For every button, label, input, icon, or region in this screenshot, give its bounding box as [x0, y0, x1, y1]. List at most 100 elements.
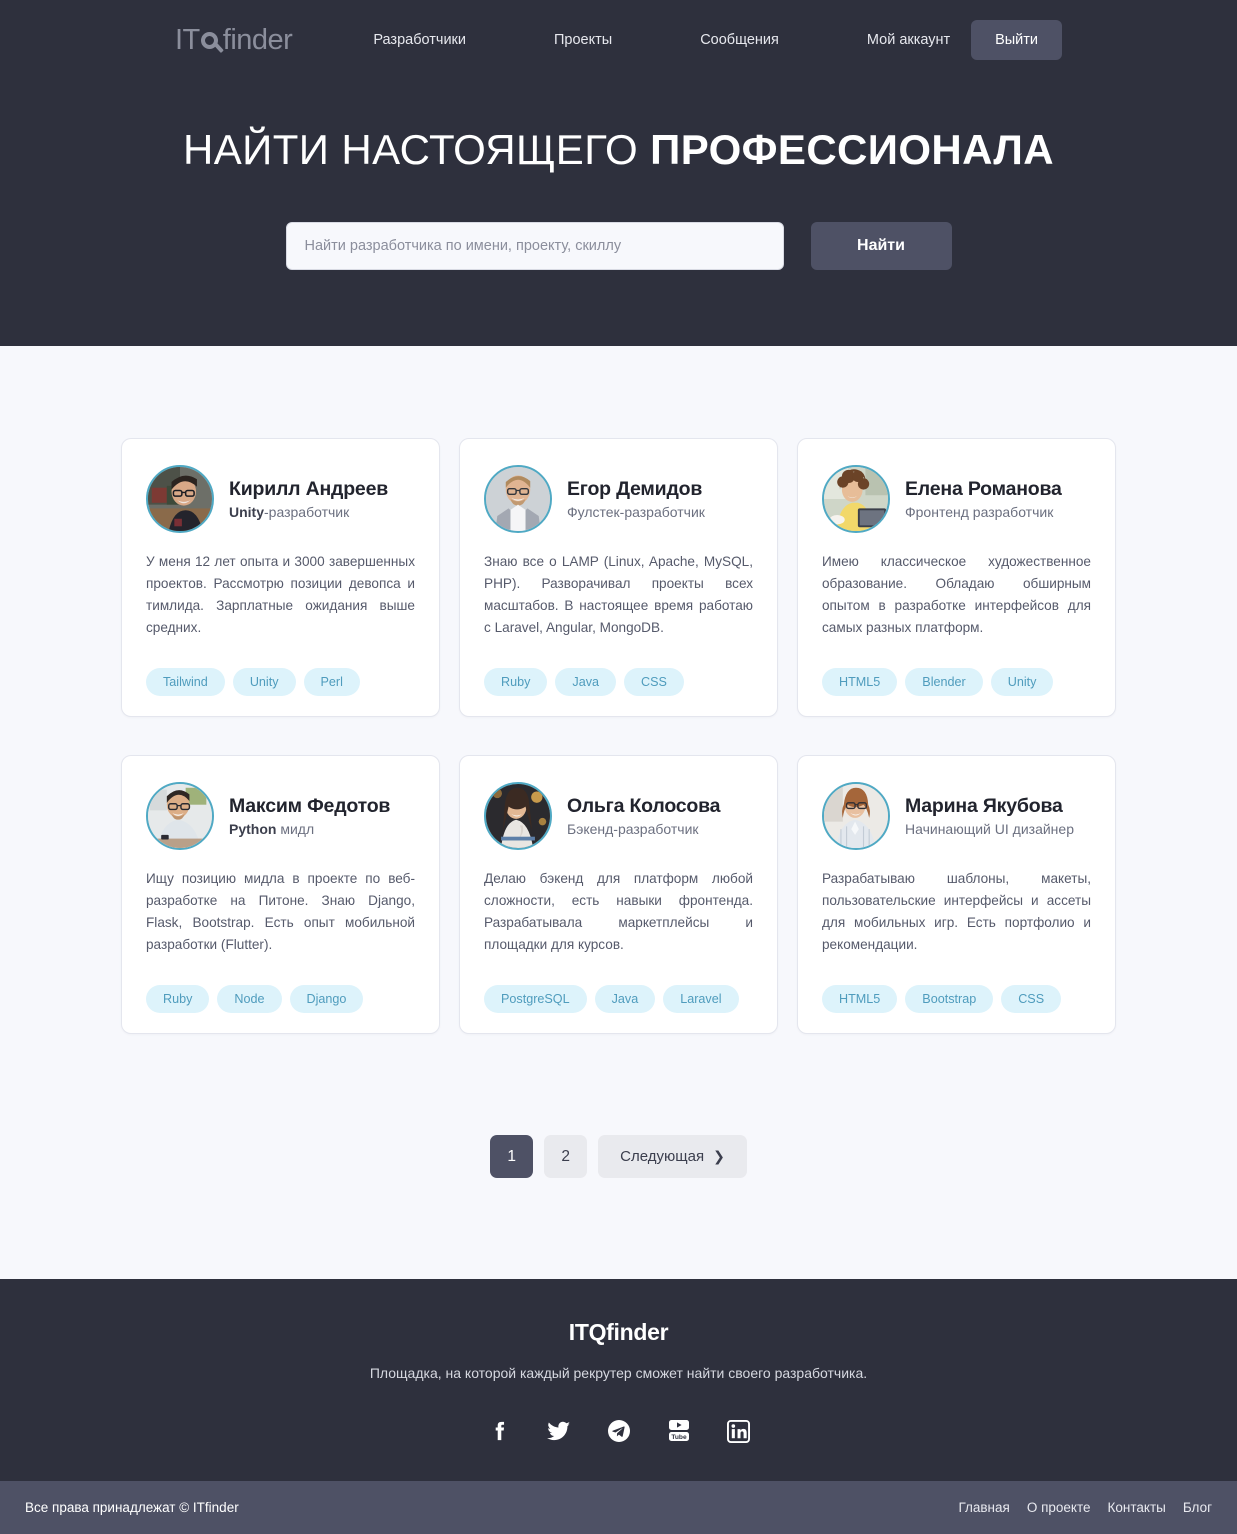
- skill-tag[interactable]: Java: [594, 985, 656, 1013]
- skill-tag[interactable]: Ruby: [484, 668, 548, 696]
- chevron-right-icon: ❯: [713, 1148, 725, 1164]
- card-header: Ольга Колосова Бэкенд-разработчик: [484, 782, 753, 850]
- nav-item-developers[interactable]: Разработчики: [373, 32, 466, 48]
- svg-text:Tube: Tube: [671, 1434, 687, 1441]
- developer-name: Егор Демидов: [567, 478, 703, 500]
- social-links: Tube: [0, 1415, 1237, 1447]
- footer-link-blog[interactable]: Блог: [1183, 1500, 1212, 1515]
- skill-tags: HTML5 Blender Unity: [822, 656, 1091, 696]
- footer-link-about[interactable]: О проекте: [1027, 1500, 1091, 1515]
- developer-role: Фулстек-разработчик: [567, 504, 705, 520]
- page-title-bold: ПРОФЕССИОНАЛА: [650, 126, 1055, 173]
- search-input[interactable]: [285, 222, 784, 270]
- site-logo[interactable]: IT finder: [175, 23, 293, 57]
- skill-tag[interactable]: Laravel: [663, 985, 739, 1013]
- pagination-next-label: Следующая: [620, 1148, 705, 1165]
- skill-tags: Ruby Node Django: [146, 973, 415, 1013]
- role-rest: -разработчик: [264, 504, 350, 520]
- logo-prefix: IT: [175, 23, 200, 56]
- role-rest: Фулстек-разработчик: [567, 504, 705, 520]
- avatar: [146, 782, 214, 850]
- card-identity: Кирилл Андреев Unity-разработчик: [229, 478, 388, 520]
- footer-links: Главная О проекте Контакты Блог: [958, 1500, 1212, 1515]
- bottom-bar: Все права принадлежат © ITfinder Главная…: [0, 1481, 1237, 1534]
- developer-name: Марина Якубова: [905, 795, 1063, 817]
- skill-tag[interactable]: CSS: [1001, 985, 1062, 1013]
- developer-card[interactable]: Максим Федотов Python мидл Ищу позицию м…: [121, 755, 440, 1034]
- skill-tag[interactable]: Unity: [232, 668, 296, 696]
- youtube-icon[interactable]: Tube: [663, 1415, 695, 1447]
- developer-name: Кирилл Андреев: [229, 478, 389, 500]
- developer-card[interactable]: Елена Романова Фронтенд разработчик Имею…: [797, 438, 1116, 717]
- role-rest: Начинающий UI дизайнер: [905, 821, 1074, 837]
- card-header: Максим Федотов Python мидл: [146, 782, 415, 850]
- footer-tagline: Площадка, на которой каждый рекрутер смо…: [369, 1365, 868, 1381]
- developer-cards-grid: Кирилл Андреев Unity-разработчик У меня …: [121, 438, 1116, 1034]
- skill-tag[interactable]: Blender: [905, 668, 983, 696]
- developer-bio: Ищу позицию мидла в проекте по веб-разра…: [146, 871, 415, 953]
- skill-tags: Tailwind Unity Perl: [146, 656, 415, 696]
- skill-tags: HTML5 Bootstrap CSS: [822, 973, 1091, 1013]
- logo-suffix: finder: [222, 23, 293, 56]
- footer-logo-text: ITQfinder: [568, 1319, 669, 1345]
- developer-card[interactable]: Кирилл Андреев Unity-разработчик У меня …: [121, 438, 440, 717]
- top-navigation-bar: IT finder Разработчики Проекты Сообщения…: [0, 0, 1237, 80]
- pagination-page-1[interactable]: 1: [490, 1135, 534, 1178]
- search-button[interactable]: Найти: [810, 222, 952, 270]
- role-rest: Фронтенд разработчик: [905, 504, 1054, 520]
- skill-tag[interactable]: CSS: [624, 668, 684, 696]
- skill-tag[interactable]: Ruby: [146, 985, 210, 1013]
- skill-tags: PostgreSQL Java Laravel: [484, 973, 753, 1013]
- linkedin-icon[interactable]: [723, 1415, 755, 1447]
- footer-logo[interactable]: ITQfinder: [569, 1319, 669, 1346]
- card-header: Егор Демидов Фулстек-разработчик: [484, 465, 753, 533]
- footer-link-contacts[interactable]: Контакты: [1108, 1500, 1166, 1515]
- card-identity: Ольга Колосова Бэкенд-разработчик: [567, 795, 721, 837]
- page-title-light: НАЙТИ НАСТОЯЩЕГО: [182, 126, 651, 173]
- hero-section: IT finder Разработчики Проекты Сообщения…: [0, 0, 1237, 346]
- avatar: [484, 465, 552, 533]
- copyright-text: Все права принадлежат © ITfinder: [25, 1500, 239, 1515]
- avatar: [822, 782, 890, 850]
- nav-item-account[interactable]: Мой аккаунт: [867, 32, 950, 48]
- skill-tag[interactable]: HTML5: [822, 985, 898, 1013]
- magnifier-q-icon: [200, 27, 224, 54]
- skill-tag[interactable]: Django: [289, 985, 364, 1013]
- footer-link-home[interactable]: Главная: [958, 1500, 1009, 1515]
- pagination: 1 2 Следующая ❯: [0, 1135, 1237, 1279]
- skill-tag[interactable]: PostgreSQL: [484, 985, 587, 1013]
- developer-bio: Знаю все о LAMP (Linux, Apache, MySQL, P…: [484, 554, 753, 636]
- nav-item-messages[interactable]: Сообщения: [700, 32, 779, 48]
- telegram-icon[interactable]: [603, 1415, 635, 1447]
- page-title: НАЙТИ НАСТОЯЩЕГО ПРОФЕССИОНАЛА: [0, 126, 1237, 174]
- pagination-page-2[interactable]: 2: [544, 1135, 588, 1178]
- card-header: Марина Якубова Начинающий UI дизайнер: [822, 782, 1091, 850]
- skill-tag[interactable]: Perl: [303, 668, 360, 696]
- card-identity: Елена Романова Фронтенд разработчик: [905, 478, 1062, 520]
- skill-tag[interactable]: Tailwind: [146, 668, 225, 696]
- developer-role: Unity-разработчик: [229, 504, 388, 520]
- skill-tag[interactable]: Java: [555, 668, 617, 696]
- logout-button[interactable]: Выйти: [971, 20, 1062, 60]
- pagination-next-button[interactable]: Следующая ❯: [598, 1135, 747, 1178]
- avatar: [822, 465, 890, 533]
- facebook-icon[interactable]: [483, 1415, 515, 1447]
- skill-tag[interactable]: Bootstrap: [905, 985, 994, 1013]
- developer-role: Фронтенд разработчик: [905, 504, 1062, 520]
- card-identity: Егор Демидов Фулстек-разработчик: [567, 478, 705, 520]
- developer-card[interactable]: Егор Демидов Фулстек-разработчик Знаю вс…: [459, 438, 778, 717]
- card-header: Елена Романова Фронтенд разработчик: [822, 465, 1091, 533]
- developer-card[interactable]: Марина Якубова Начинающий UI дизайнер Ра…: [797, 755, 1116, 1034]
- twitter-icon[interactable]: [543, 1415, 575, 1447]
- developer-bio: Делаю бэкенд для платформ любой сложност…: [484, 871, 753, 953]
- nav-item-projects[interactable]: Проекты: [554, 32, 612, 48]
- skill-tag[interactable]: Unity: [990, 668, 1054, 696]
- developer-role: Начинающий UI дизайнер: [905, 821, 1074, 837]
- skill-tag[interactable]: Node: [217, 985, 282, 1013]
- developer-bio: У меня 12 лет опыта и 3000 завершенных п…: [146, 554, 415, 636]
- skill-tag[interactable]: HTML5: [822, 668, 898, 696]
- developer-card[interactable]: Ольга Колосова Бэкенд-разработчик Делаю …: [459, 755, 778, 1034]
- developer-name: Максим Федотов: [229, 795, 391, 817]
- avatar: [484, 782, 552, 850]
- card-identity: Марина Якубова Начинающий UI дизайнер: [905, 795, 1074, 837]
